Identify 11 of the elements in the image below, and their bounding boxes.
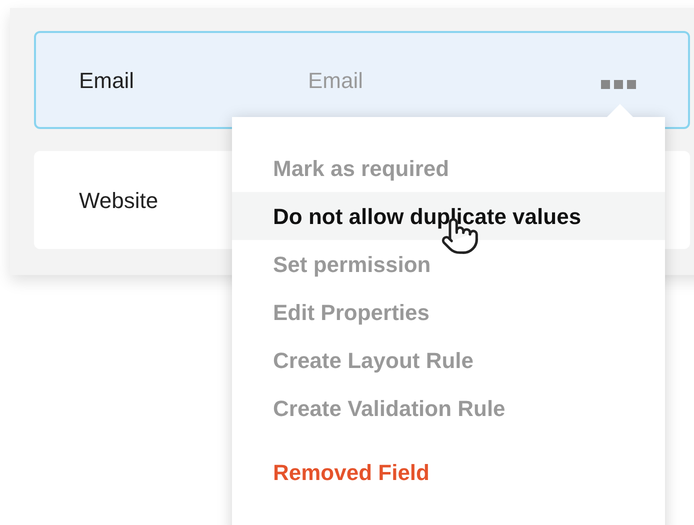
menu-item[interactable]: Create Validation Rule (232, 384, 665, 432)
more-icon[interactable] (601, 80, 637, 90)
menu-item[interactable]: Set permission (232, 240, 665, 288)
menu-item[interactable]: Create Layout Rule (232, 336, 665, 384)
menu-item[interactable]: Mark as required (232, 144, 665, 192)
menu-item[interactable]: Do not allow duplicate values (232, 192, 665, 240)
field-row[interactable]: Email Email (34, 31, 690, 129)
input-field[interactable]: Email (308, 64, 508, 96)
menu-item[interactable]: Removed Field (232, 448, 665, 496)
field-label: Email (79, 66, 136, 94)
menu-item[interactable]: Edit Properties (232, 288, 665, 336)
